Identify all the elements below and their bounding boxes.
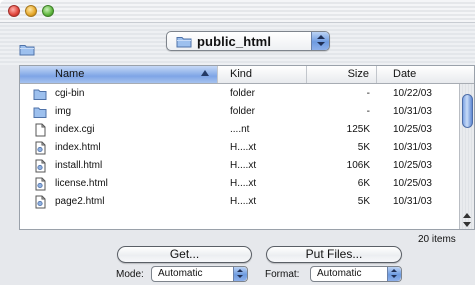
scroll-down-arrow-icon[interactable] <box>463 222 471 227</box>
folder-icon[interactable] <box>19 43 35 56</box>
html-file-icon <box>35 159 46 173</box>
file-name: index.cgi <box>55 124 95 135</box>
list-item[interactable]: install.html H....xt 106K 10/25/03 <box>20 157 458 175</box>
folder-icon <box>33 89 47 100</box>
item-count: 20 items <box>418 234 456 245</box>
minimize-button[interactable] <box>25 5 37 17</box>
file-kind: H....xt <box>230 160 257 171</box>
list-header: Name Kind Size Date <box>20 66 474 84</box>
file-date: 10/31/03 <box>393 196 432 207</box>
popup-arrows-icon <box>387 267 401 281</box>
file-date: 10/31/03 <box>393 142 432 153</box>
file-size: - <box>366 106 370 117</box>
sort-ascending-icon <box>201 70 209 76</box>
format-value: Automatic <box>317 268 362 279</box>
file-size: 125K <box>346 124 370 135</box>
file-date: 10/25/03 <box>393 178 432 189</box>
list-item[interactable]: index.cgi ....nt 125K 10/25/03 <box>20 121 458 139</box>
html-file-icon <box>35 141 46 155</box>
get-button[interactable]: Get... <box>117 246 252 263</box>
column-header-kind[interactable]: Kind <box>218 66 307 83</box>
file-kind: ....nt <box>230 124 250 135</box>
file-size: 106K <box>346 160 370 171</box>
file-date: 10/31/03 <box>393 106 432 117</box>
file-date: 10/22/03 <box>393 88 432 99</box>
column-header-size[interactable]: Size <box>307 66 377 83</box>
path-label: public_html <box>197 34 272 49</box>
mode-select[interactable]: Automatic <box>151 266 248 282</box>
file-name: install.html <box>55 160 103 171</box>
file-name: cgi-bin <box>55 88 85 99</box>
file-kind: folder <box>230 106 256 117</box>
column-header-name[interactable]: Name <box>20 66 218 83</box>
file-size: 6K <box>357 178 370 189</box>
list-item[interactable]: img folder - 10/31/03 <box>20 103 458 121</box>
format-select[interactable]: Automatic <box>310 266 402 282</box>
scroll-up-arrow-icon[interactable] <box>463 213 471 218</box>
html-file-icon <box>35 195 46 209</box>
file-name: index.html <box>55 142 101 153</box>
list-item[interactable]: index.html H....xt 5K 10/31/03 <box>20 139 458 157</box>
close-button[interactable] <box>8 5 20 17</box>
path-popup-menu[interactable]: public_html <box>166 31 330 51</box>
folder-icon <box>176 37 192 48</box>
popup-arrows-icon <box>311 32 329 50</box>
file-name: img <box>55 106 72 117</box>
column-header-name-label: Name <box>55 68 85 80</box>
file-name: page2.html <box>55 196 105 207</box>
title-bar[interactable] <box>0 0 475 23</box>
list-item[interactable]: page2.html H....xt 5K 10/31/03 <box>20 193 458 211</box>
file-date: 10/25/03 <box>393 160 432 171</box>
file-kind: folder <box>230 88 256 99</box>
file-list[interactable]: Name Kind Size Date cgi-bin folder - 10/… <box>19 65 475 230</box>
folder-icon <box>33 107 47 118</box>
file-kind: H....xt <box>230 178 257 189</box>
file-kind: H....xt <box>230 196 257 207</box>
file-name: license.html <box>55 178 108 189</box>
column-header-date[interactable]: Date <box>377 66 474 83</box>
toolbar: public_html <box>0 23 475 65</box>
scrollbar-thumb[interactable] <box>462 94 473 128</box>
put-files-button[interactable]: Put Files... <box>266 246 402 263</box>
vertical-scrollbar[interactable] <box>459 84 474 229</box>
file-size: 5K <box>357 196 370 207</box>
zoom-button[interactable] <box>42 5 54 17</box>
file-size: - <box>366 88 370 99</box>
document-icon <box>35 123 46 137</box>
html-file-icon <box>35 177 46 191</box>
ftp-window: public_html Name Kind Size Date cgi-bin … <box>0 0 475 285</box>
file-size: 5K <box>357 142 370 153</box>
popup-arrows-icon <box>233 267 247 281</box>
mode-value: Automatic <box>158 268 203 279</box>
list-item[interactable]: cgi-bin folder - 10/22/03 <box>20 85 458 103</box>
file-kind: H....xt <box>230 142 257 153</box>
file-date: 10/25/03 <box>393 124 432 135</box>
list-item[interactable]: license.html H....xt 6K 10/25/03 <box>20 175 458 193</box>
